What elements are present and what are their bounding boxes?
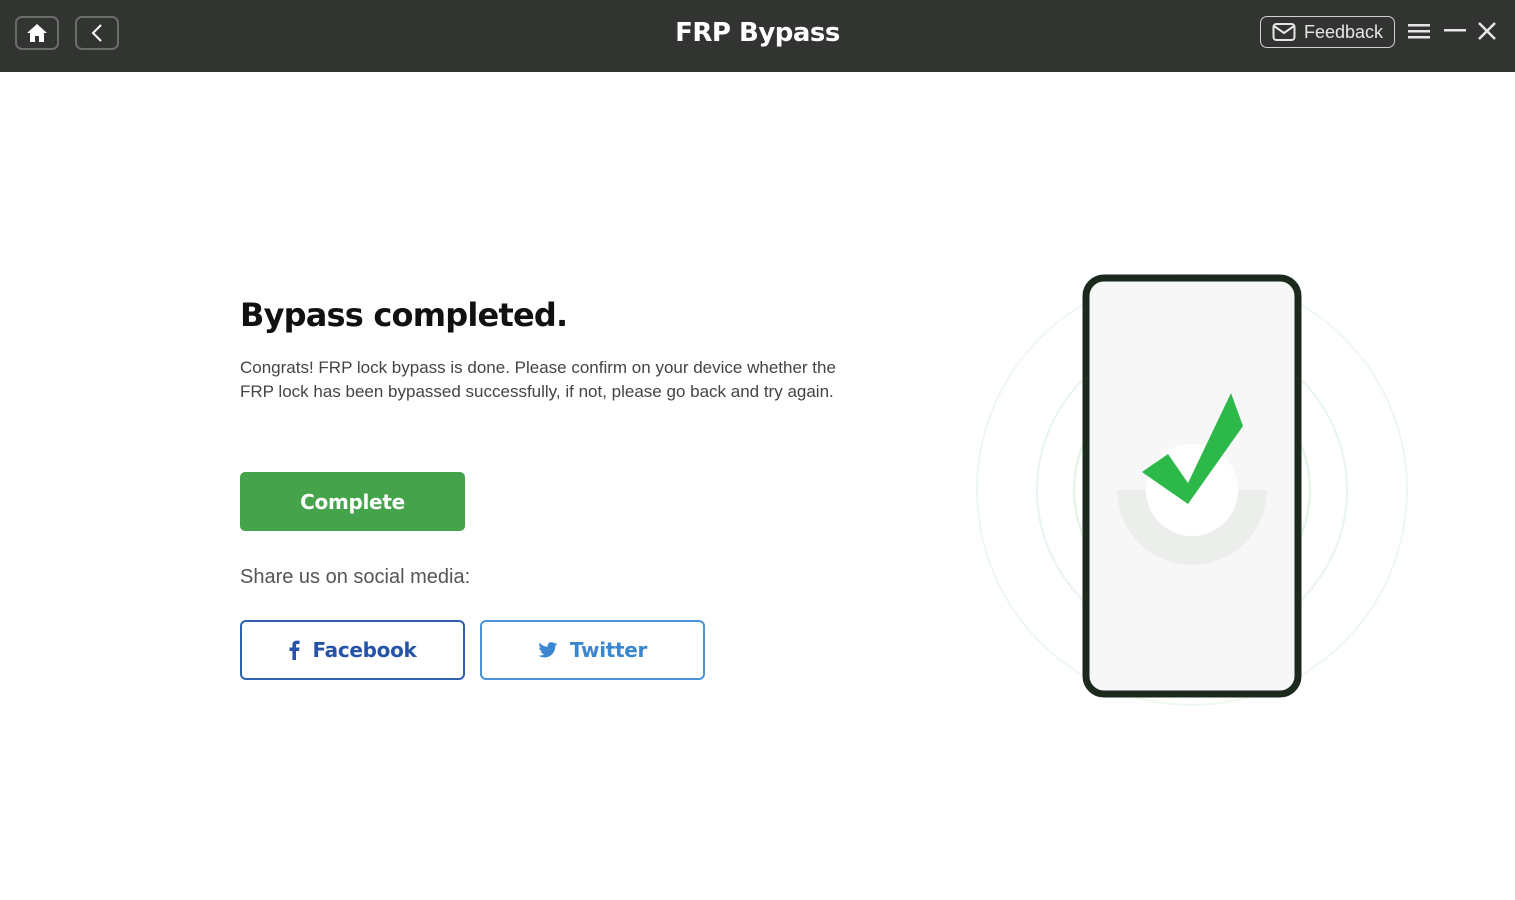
menu-button[interactable] (1406, 17, 1432, 45)
mail-icon (1272, 23, 1296, 41)
share-label: Share us on social media: (240, 566, 471, 588)
minimize-button[interactable] (1442, 17, 1468, 45)
facebook-share-button[interactable]: Facebook (240, 620, 465, 680)
facebook-icon (289, 640, 301, 660)
complete-button[interactable]: Complete (240, 472, 465, 531)
success-illustration (960, 260, 1430, 720)
minimize-icon (1444, 29, 1466, 32)
phone-success-graphic (976, 274, 1408, 706)
result-description: Congrats! FRP lock bypass is done. Pleas… (240, 358, 836, 401)
feedback-button[interactable]: Feedback (1260, 16, 1395, 48)
twitter-icon (538, 642, 558, 658)
facebook-label: Facebook (312, 638, 417, 662)
feedback-label: Feedback (1303, 21, 1384, 42)
twitter-share-button[interactable]: Twitter (480, 620, 705, 680)
result-panel: Bypass completed. Congrats! FRP lock byp… (240, 296, 860, 680)
page-heading: Bypass completed. (240, 296, 568, 334)
twitter-label: Twitter (569, 638, 648, 662)
close-button[interactable] (1474, 17, 1500, 45)
hamburger-icon (1408, 24, 1430, 39)
title-bar: FRP Bypass Feedback (0, 0, 1515, 72)
close-icon (1478, 22, 1496, 40)
